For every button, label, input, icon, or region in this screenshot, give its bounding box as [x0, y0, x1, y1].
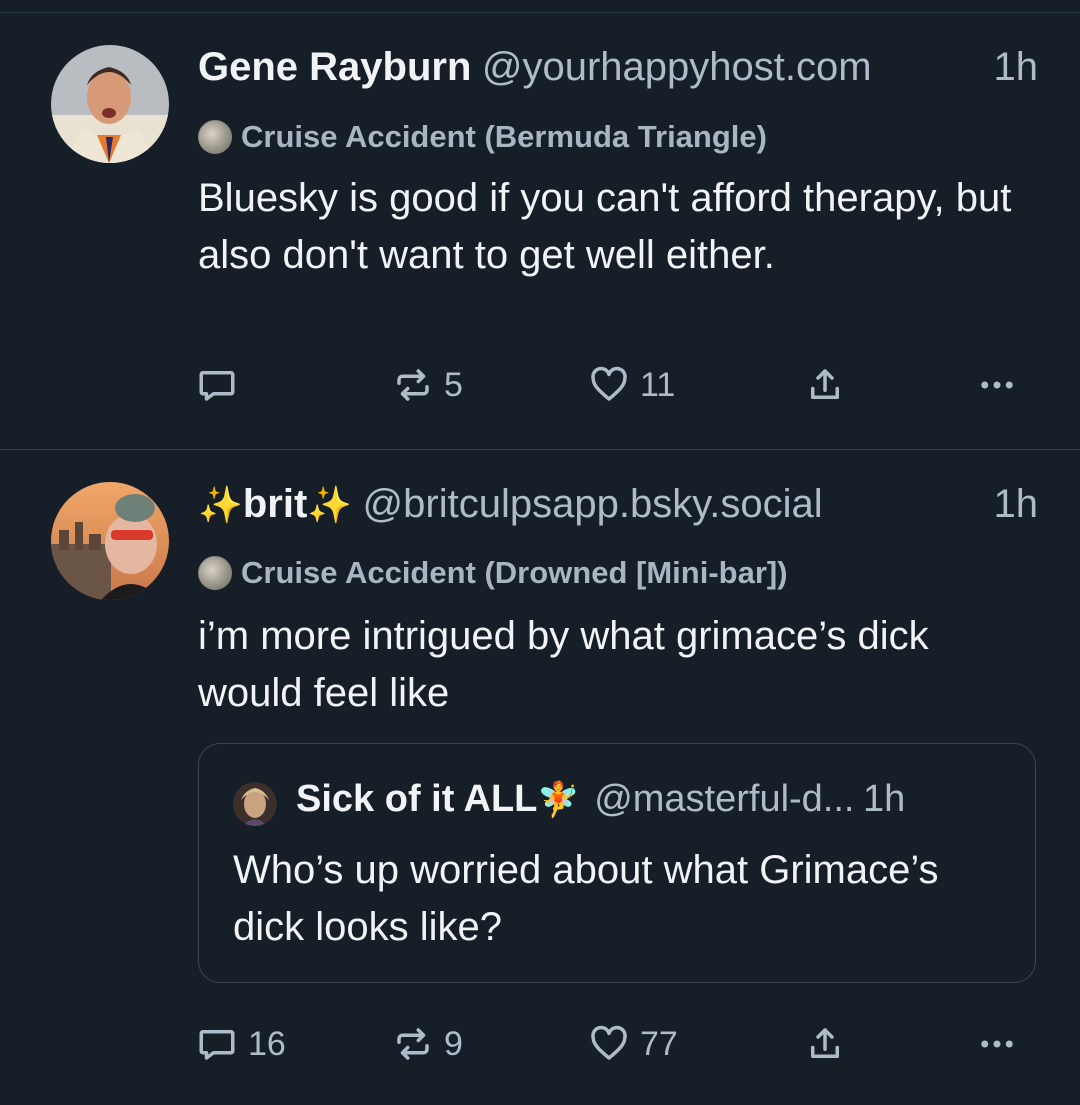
heart-icon — [591, 1025, 627, 1060]
skull-badge-icon — [198, 120, 232, 154]
post-card[interactable]: Gene Rayburn @yourhappyhost.com 1h Cruis… — [0, 13, 1080, 450]
sparkle-emoji: ✨ — [198, 484, 243, 525]
repost-arrows-icon — [397, 1028, 429, 1060]
share-upload-icon — [811, 1028, 839, 1058]
post-time[interactable]: 1h — [994, 45, 1039, 90]
profile-label[interactable]: Cruise Accident (Drowned [Mini-bar]) — [198, 553, 788, 593]
like-count: 11 — [640, 365, 676, 404]
avatar-image — [51, 45, 169, 163]
repost-button[interactable]: 9 — [392, 1020, 463, 1068]
post-time[interactable]: 1h — [994, 482, 1039, 527]
repost-arrows-icon — [397, 369, 429, 401]
like-button[interactable]: 11 — [588, 361, 675, 409]
more-options-button[interactable] — [976, 361, 1018, 409]
repost-button[interactable]: 5 — [392, 361, 463, 409]
sparkle-emoji: ✨ — [307, 484, 353, 525]
profile-label[interactable]: Cruise Accident (Bermuda Triangle) — [198, 117, 767, 157]
quoted-post[interactable]: Sick of it ALL🧚 @masterful-d... 1h Who’s… — [198, 743, 1036, 983]
share-button[interactable] — [804, 361, 846, 409]
repost-count: 9 — [444, 1024, 463, 1063]
skull-badge-icon — [198, 556, 232, 590]
author-name-text: brit — [242, 482, 308, 526]
speech-bubble-icon — [199, 371, 235, 401]
post-actions: 5 11 — [196, 361, 1040, 409]
avatar-image — [51, 482, 169, 600]
post-text: i’m more intrigued by what grimace’s dic… — [198, 614, 929, 715]
more-dots-icon — [981, 381, 1013, 389]
profile-label-text: Cruise Accident (Bermuda Triangle) — [241, 119, 767, 154]
post-card[interactable]: ✨brit✨ @britculpsapp.bsky.social 1h Crui… — [0, 450, 1080, 1105]
repost-count: 5 — [444, 365, 463, 404]
fairy-emoji: 🧚 — [537, 781, 580, 819]
like-count: 77 — [640, 1024, 678, 1063]
author-handle[interactable]: @britculpsapp.bsky.social — [363, 482, 823, 526]
share-button[interactable] — [804, 1020, 846, 1068]
more-dots-icon — [981, 1040, 1013, 1048]
reply-button[interactable]: 16 — [196, 1020, 286, 1068]
author-name[interactable]: ✨brit✨ — [198, 482, 352, 526]
quoted-author-handle: @masterful-d... — [594, 778, 855, 820]
reply-count: 16 — [248, 1024, 286, 1063]
post-actions: 16 9 77 — [196, 1020, 1040, 1068]
author-handle[interactable]: @yourhappyhost.com — [482, 45, 872, 89]
post-header: ✨brit✨ @britculpsapp.bsky.social 1h — [198, 482, 1040, 532]
like-button[interactable]: 77 — [588, 1020, 678, 1068]
quoted-avatar — [233, 782, 277, 826]
avatar[interactable] — [51, 482, 169, 600]
quoted-post-time: 1h — [862, 778, 906, 820]
share-upload-icon — [811, 369, 839, 399]
more-options-button[interactable] — [976, 1020, 1018, 1068]
reply-button[interactable] — [196, 361, 248, 409]
post-text: Bluesky is good if you can't afford ther… — [198, 176, 1012, 277]
author-name[interactable]: Gene Rayburn — [198, 45, 471, 89]
profile-label-text: Cruise Accident (Drowned [Mini-bar]) — [241, 555, 788, 590]
quoted-author-name: Sick of it ALL — [296, 778, 538, 820]
speech-bubble-icon — [199, 1030, 235, 1060]
avatar[interactable] — [51, 45, 169, 163]
heart-icon — [591, 366, 627, 401]
post-header: Gene Rayburn @yourhappyhost.com 1h — [198, 45, 1040, 95]
quoted-post-text: Who’s up worried about what Grimace’s di… — [233, 848, 939, 949]
quoted-header: Sick of it ALL🧚 @masterful-d... 1h — [296, 778, 1001, 828]
